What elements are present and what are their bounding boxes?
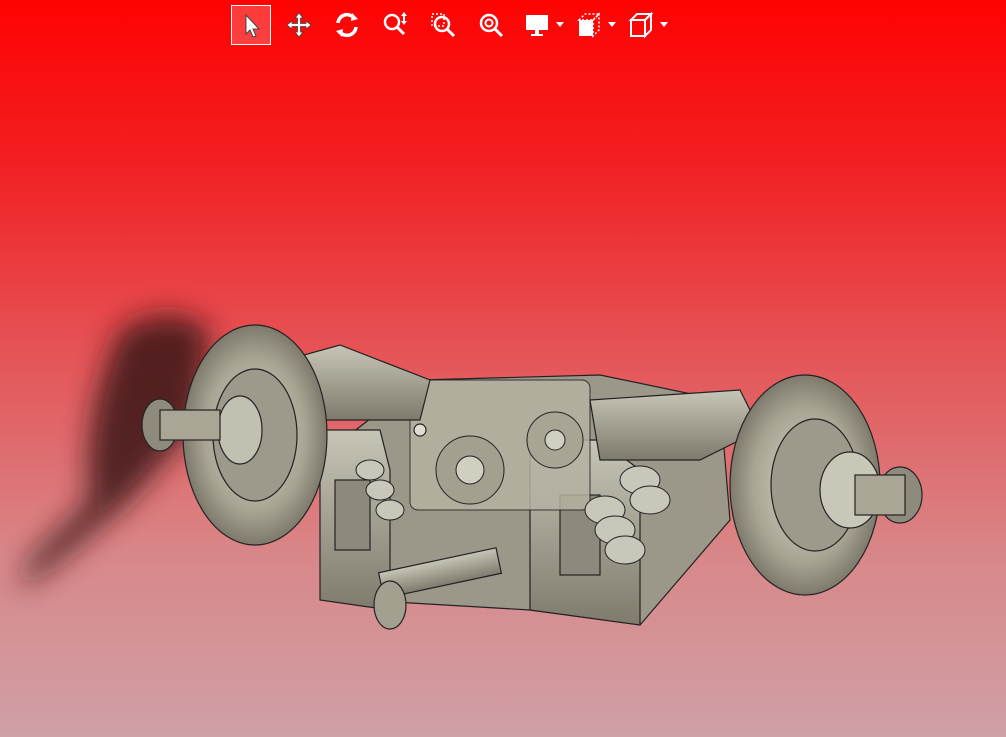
chevron-down-icon <box>556 22 564 27</box>
zoom-window-icon <box>431 13 456 38</box>
view-orientation-button[interactable] <box>623 5 659 45</box>
zoom-fit-button[interactable] <box>471 5 511 45</box>
zoom-fit-icon <box>479 13 504 38</box>
display-mode-control <box>519 5 565 45</box>
chevron-down-icon <box>608 22 616 27</box>
view-cube-icon <box>628 11 654 39</box>
zoom-window-button[interactable] <box>423 5 463 45</box>
zoom-icon <box>383 12 407 36</box>
section-view-icon <box>577 12 601 38</box>
view-toolbar <box>231 5 675 45</box>
chevron-down-icon <box>660 22 668 27</box>
cursor-select-icon <box>245 13 261 38</box>
display-mode-dropdown[interactable] <box>555 15 565 35</box>
cad-model-view[interactable] <box>0 0 1006 737</box>
view-orientation-control <box>623 5 669 45</box>
3d-viewport[interactable] <box>0 0 1006 737</box>
section-view-button[interactable] <box>571 5 607 45</box>
section-view-control <box>571 5 617 45</box>
view-orientation-dropdown[interactable] <box>659 15 669 35</box>
pan-tool-button[interactable] <box>279 5 319 45</box>
display-monitor-icon <box>526 15 548 36</box>
model-shadow <box>20 315 210 590</box>
select-tool-button[interactable] <box>231 5 271 45</box>
rotate-orbit-icon <box>336 12 358 38</box>
pan-move-icon <box>286 12 312 38</box>
rotate-tool-button[interactable] <box>327 5 367 45</box>
display-mode-button[interactable] <box>519 5 555 45</box>
right-brake-disc <box>729 374 923 596</box>
section-view-dropdown[interactable] <box>607 15 617 35</box>
gearbox <box>409 379 591 511</box>
zoom-tool-button[interactable] <box>375 5 415 45</box>
